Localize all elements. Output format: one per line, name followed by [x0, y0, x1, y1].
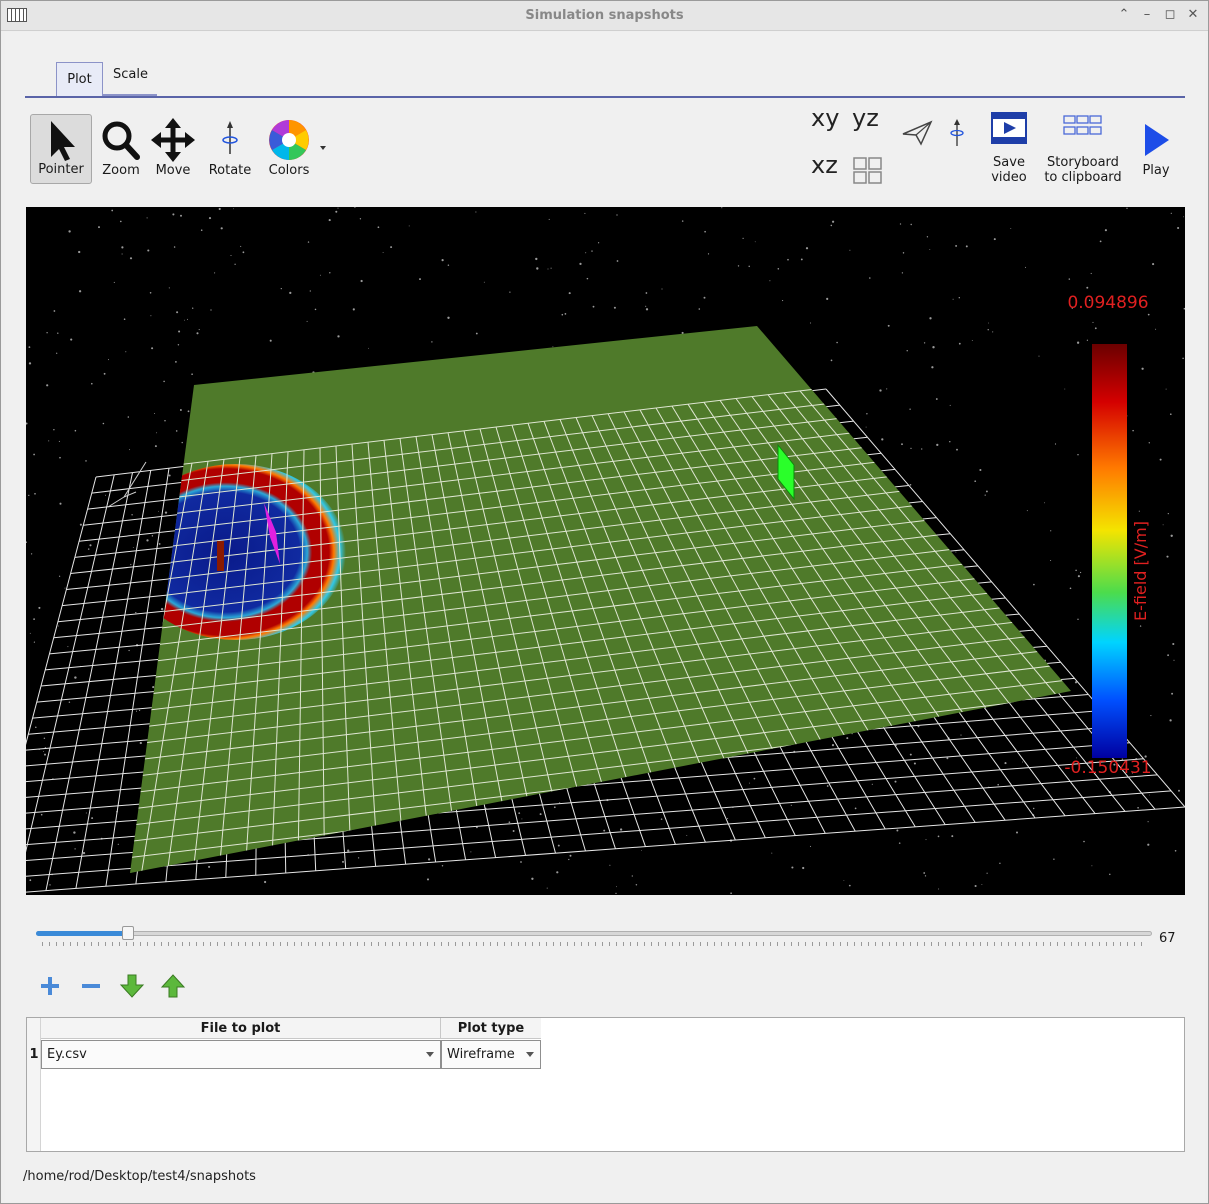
move-label: Move — [155, 163, 191, 178]
pointer-label: Pointer — [38, 162, 84, 177]
rotate-button[interactable]: Rotate — [204, 114, 256, 184]
storyboard-label-1: Storyboard — [1047, 155, 1119, 170]
slider-track[interactable] — [36, 931, 1152, 936]
rotate-icon — [222, 121, 238, 154]
plot-viewport[interactable]: 0.094896 -0.150431 E-field [V/m] — [26, 207, 1185, 895]
file-select-value: Ey.csv — [47, 1047, 87, 1062]
title-bar: Simulation snapshots ⌃ – ◻ ✕ — [1, 1, 1208, 31]
pointer-button[interactable]: Pointer — [30, 114, 92, 184]
play-button[interactable]: Play — [1133, 114, 1179, 184]
view-xy-button[interactable]: xy — [811, 104, 839, 132]
maximize-icon[interactable]: ◻ — [1161, 6, 1179, 24]
colors-button[interactable]: Colors — [263, 114, 315, 184]
plus-icon — [41, 977, 59, 995]
slider-handle[interactable] — [121, 926, 134, 940]
plot-type-value: Wireframe — [447, 1047, 515, 1062]
film-icon — [991, 112, 1027, 144]
plot-type-select[interactable]: Wireframe — [441, 1040, 541, 1069]
slider-fill — [36, 931, 128, 936]
play-icon — [1145, 124, 1169, 156]
add-row-button[interactable] — [36, 972, 64, 1000]
files-table: File to plot Plot type 1 Ey.csv Wirefram… — [26, 1017, 1185, 1152]
slider-value: 67 — [1159, 931, 1176, 946]
grid-layout-icon — [853, 157, 882, 184]
view-yz-button[interactable]: yz — [852, 104, 879, 132]
arrow-up-icon — [160, 974, 186, 998]
storyboard-label-2: to clipboard — [1044, 170, 1122, 185]
storyboard-grid-icon — [1063, 115, 1102, 135]
chevron-down-icon — [526, 1052, 534, 1057]
remove-row-button[interactable] — [77, 972, 105, 1000]
arrow-down-icon — [119, 974, 145, 998]
close-icon[interactable]: ✕ — [1184, 6, 1202, 24]
colorbar-min-label: -0.150431 — [1064, 758, 1151, 778]
save-video-button[interactable]: Save video — [981, 110, 1037, 190]
four-view-button[interactable] — [853, 157, 883, 189]
paper-plane-icon — [902, 120, 933, 146]
slider-ticks — [42, 942, 1146, 946]
axis-rotate-icon — [950, 119, 964, 146]
move-up-button[interactable] — [159, 972, 187, 1000]
file-select[interactable]: Ey.csv — [41, 1040, 441, 1069]
scene-svg[interactable]: 0.094896 -0.150431 E-field [V/m] — [26, 207, 1185, 895]
color-wheel-icon — [269, 120, 309, 160]
minus-icon — [82, 984, 100, 988]
status-path: /home/rod/Desktop/test4/snapshots — [23, 1169, 256, 1184]
save-video-label-1: Save — [993, 155, 1025, 170]
colors-label: Colors — [268, 163, 310, 178]
view-xz-button[interactable]: xz — [811, 151, 838, 179]
timeline-slider[interactable] — [36, 926, 1152, 949]
column-header-plot-type[interactable]: Plot type — [441, 1018, 541, 1039]
zoom-button[interactable]: Zoom — [98, 114, 144, 184]
main-content: Plot Scale Pointer Zoom Move Rotate Colo… — [5, 32, 1205, 1202]
zoom-label: Zoom — [102, 163, 140, 178]
tab-plot[interactable]: Plot — [56, 62, 103, 96]
colorbar-title: E-field [V/m] — [1131, 521, 1150, 621]
collapse-icon[interactable]: ⌃ — [1115, 6, 1133, 24]
colors-dropdown-arrow-icon[interactable] — [320, 146, 326, 150]
app-window: Simulation snapshots ⌃ – ◻ ✕ Plot Scale … — [0, 0, 1209, 1204]
storyboard-button[interactable]: Storyboard to clipboard — [1040, 110, 1126, 190]
play-label: Play — [1142, 163, 1170, 178]
colorbar-max-label: 0.094896 — [1067, 293, 1148, 313]
move-arrows-icon — [151, 118, 195, 162]
tab-scale[interactable]: Scale — [103, 60, 157, 96]
zoom-icon — [102, 121, 140, 160]
move-button[interactable]: Move — [150, 114, 196, 184]
rotate-axis-button[interactable] — [947, 118, 967, 152]
row-header-column — [27, 1018, 41, 1151]
column-header-file[interactable]: File to plot — [41, 1018, 441, 1039]
tab-bar: Plot Scale — [25, 60, 1185, 98]
save-video-label-2: video — [991, 170, 1027, 185]
minimize-icon[interactable]: – — [1138, 6, 1156, 24]
pointer-icon — [51, 121, 75, 161]
window-title: Simulation snapshots — [525, 8, 684, 23]
colorbar — [1092, 344, 1127, 758]
dipole-marker — [217, 541, 224, 571]
row-number: 1 — [29, 1047, 39, 1062]
send-button[interactable] — [901, 120, 933, 150]
chevron-down-icon — [426, 1052, 434, 1057]
rotate-label: Rotate — [208, 163, 252, 178]
move-down-button[interactable] — [118, 972, 146, 1000]
